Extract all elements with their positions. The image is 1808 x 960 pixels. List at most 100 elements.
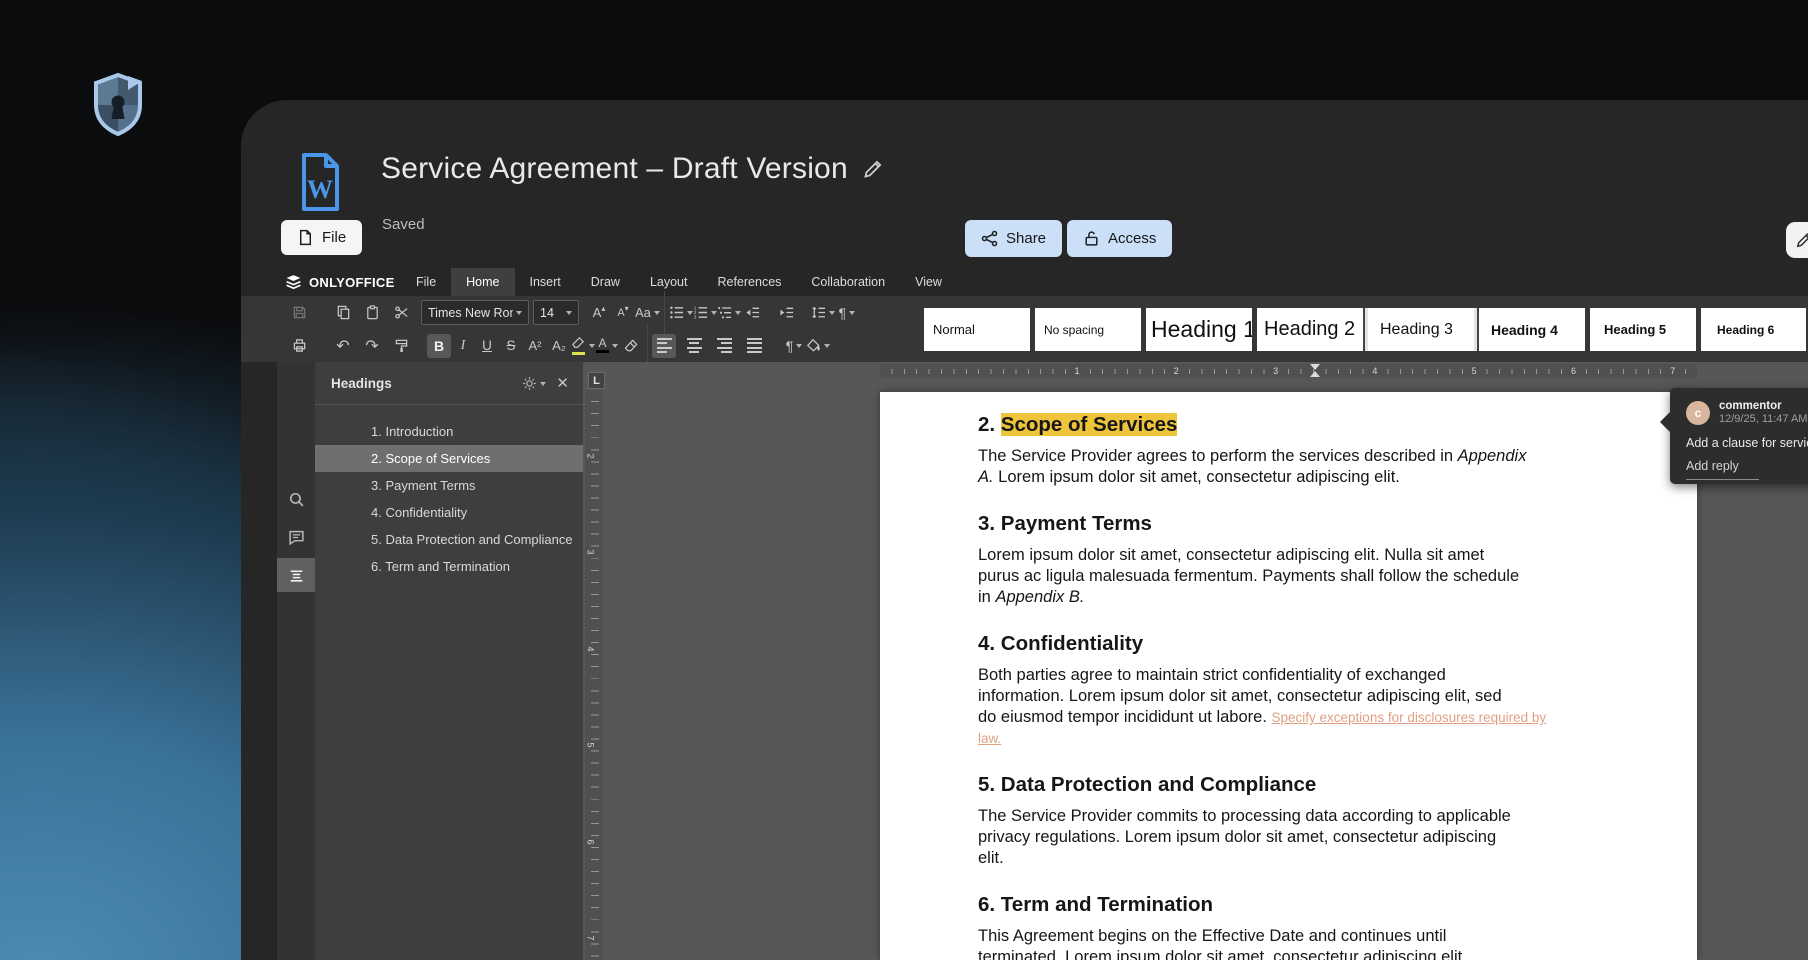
tab-view[interactable]: View bbox=[900, 268, 957, 296]
heading-item-1[interactable]: 1. Introduction bbox=[315, 418, 583, 445]
style-label: No spacing bbox=[1035, 323, 1104, 337]
increase-font-button[interactable]: A▴ bbox=[587, 301, 611, 325]
heading-item-6[interactable]: 6. Term and Termination bbox=[315, 553, 583, 580]
comment-author: commentor bbox=[1719, 400, 1807, 413]
vertical-ruler[interactable]: 234567 bbox=[585, 390, 603, 960]
copy-button[interactable] bbox=[331, 301, 355, 325]
numbered-list-button[interactable] bbox=[693, 301, 717, 325]
lock-open-icon bbox=[1083, 230, 1100, 247]
multilevel-list-button[interactable] bbox=[717, 301, 741, 325]
chevron-down-icon bbox=[540, 382, 546, 389]
first-line-indent-marker[interactable] bbox=[1310, 364, 1320, 370]
nonprinting-marks-icon: ¶ bbox=[839, 305, 847, 321]
tab-insert[interactable]: Insert bbox=[515, 268, 576, 296]
tab-collaboration[interactable]: Collaboration bbox=[796, 268, 900, 296]
tracked-insertion: law. bbox=[978, 731, 1001, 746]
edit-mode-button[interactable] bbox=[1786, 222, 1808, 258]
paragraph-settings-button[interactable]: ¶ bbox=[782, 334, 806, 358]
strikethrough-button[interactable]: S bbox=[499, 334, 523, 358]
style-heading-5[interactable]: Heading 5 bbox=[1590, 308, 1696, 351]
font-color-button[interactable]: A bbox=[595, 334, 619, 358]
svg-text:W: W bbox=[307, 175, 333, 204]
tab-draw[interactable]: Draw bbox=[576, 268, 635, 296]
shading-icon bbox=[806, 338, 821, 353]
decrease-indent-button[interactable] bbox=[741, 301, 765, 325]
v-ruler-number: 6 bbox=[585, 839, 597, 844]
subscript-button[interactable]: A₂ bbox=[547, 334, 571, 358]
print-button[interactable] bbox=[287, 334, 311, 358]
underline-button[interactable]: U bbox=[475, 334, 499, 358]
style-heading-1[interactable]: Heading 1 bbox=[1146, 308, 1252, 351]
font-size-select[interactable]: 14 bbox=[533, 300, 579, 325]
bullet-list-button[interactable] bbox=[669, 301, 693, 325]
line-spacing-button[interactable] bbox=[811, 301, 835, 325]
multilevel-list-icon bbox=[717, 305, 732, 320]
left-rail bbox=[277, 362, 315, 960]
access-button-label: Access bbox=[1108, 230, 1156, 247]
format-painter-button[interactable] bbox=[389, 334, 413, 358]
shading-button[interactable] bbox=[806, 334, 830, 358]
share-button[interactable]: Share bbox=[965, 220, 1062, 257]
highlight-color-button[interactable] bbox=[571, 334, 595, 358]
redo-button[interactable]: ↷ bbox=[360, 334, 384, 358]
headings-nav-button[interactable] bbox=[277, 558, 315, 592]
cut-scissors-icon bbox=[394, 305, 409, 320]
nonprinting-marks-button[interactable]: ¶ bbox=[835, 301, 859, 325]
comment-popup-arrow bbox=[1660, 412, 1670, 432]
style-normal[interactable]: Normal bbox=[924, 308, 1030, 351]
tab-references[interactable]: References bbox=[702, 268, 796, 296]
tab-stop-selector[interactable]: L bbox=[588, 372, 605, 389]
justify-icon bbox=[747, 338, 762, 354]
underline-icon: U bbox=[482, 338, 492, 353]
decrease-font-button[interactable]: A▾ bbox=[611, 301, 635, 325]
comment-text: Add a clause for services bbox=[1686, 436, 1808, 450]
italic-button[interactable]: I bbox=[451, 334, 475, 358]
edit-mode-pencil-icon bbox=[1795, 231, 1808, 249]
save-button[interactable] bbox=[287, 301, 311, 325]
cut-button[interactable] bbox=[389, 301, 413, 325]
chevron-down-icon bbox=[654, 311, 660, 318]
bold-button[interactable]: B bbox=[427, 334, 451, 358]
search-button[interactable] bbox=[277, 482, 315, 516]
document-page[interactable]: 2. Scope of ServicesThe Service Provider… bbox=[880, 392, 1697, 960]
align-center-button[interactable] bbox=[682, 334, 706, 358]
style-heading-6[interactable]: Heading 6 bbox=[1701, 308, 1806, 351]
highlighted-heading-text: Scope of Services bbox=[1001, 413, 1178, 436]
undo-button[interactable]: ↶ bbox=[331, 334, 355, 358]
font-name-select[interactable]: Times New Roman bbox=[421, 300, 529, 325]
tab-home[interactable]: Home bbox=[451, 268, 514, 296]
style-heading-4[interactable]: Heading 4 bbox=[1479, 308, 1585, 351]
tab-file[interactable]: File bbox=[401, 268, 451, 296]
increase-indent-button[interactable] bbox=[775, 301, 799, 325]
screen: W Service Agreement – Draft Version Save… bbox=[0, 0, 1808, 960]
styles-gallery: NormalNo spacingHeading 1Heading 2Headin… bbox=[924, 308, 1806, 351]
horizontal-ruler[interactable]: 1234567 bbox=[880, 364, 1697, 378]
save-status: Saved bbox=[382, 216, 425, 233]
heading-item-5[interactable]: 5. Data Protection and Compliance bbox=[315, 526, 583, 553]
paste-button[interactable] bbox=[360, 301, 384, 325]
align-right-button[interactable] bbox=[712, 334, 736, 358]
style-no-spacing[interactable]: No spacing bbox=[1035, 308, 1141, 351]
panel-close-button[interactable]: ✕ bbox=[556, 374, 569, 392]
access-button[interactable]: Access bbox=[1067, 220, 1172, 257]
doc-heading-3: 3. Payment Terms bbox=[978, 513, 1600, 535]
tab-layout[interactable]: Layout bbox=[635, 268, 703, 296]
comments-button[interactable] bbox=[277, 520, 315, 554]
align-left-button[interactable] bbox=[652, 334, 676, 358]
style-heading-2[interactable]: Heading 2 bbox=[1257, 308, 1363, 351]
panel-settings-button[interactable] bbox=[522, 376, 546, 391]
rename-pencil-icon[interactable] bbox=[862, 158, 884, 180]
clear-format-button[interactable] bbox=[619, 334, 643, 358]
file-button[interactable]: File bbox=[281, 220, 362, 255]
justify-button[interactable] bbox=[742, 334, 766, 358]
heading-item-2[interactable]: 2. Scope of Services bbox=[315, 445, 583, 472]
heading-item-4[interactable]: 4. Confidentiality bbox=[315, 499, 583, 526]
heading-item-3[interactable]: 3. Payment Terms bbox=[315, 472, 583, 499]
add-reply-field[interactable]: Add reply bbox=[1686, 459, 1759, 480]
doc-content: 2. Scope of ServicesThe Service Provider… bbox=[880, 392, 1697, 960]
align-left-icon bbox=[657, 338, 672, 354]
superscript-button[interactable]: A² bbox=[523, 334, 547, 358]
hanging-indent-marker[interactable] bbox=[1310, 371, 1320, 377]
style-heading-3[interactable]: Heading 3 bbox=[1368, 308, 1474, 351]
change-case-button[interactable]: Aa bbox=[635, 301, 660, 325]
